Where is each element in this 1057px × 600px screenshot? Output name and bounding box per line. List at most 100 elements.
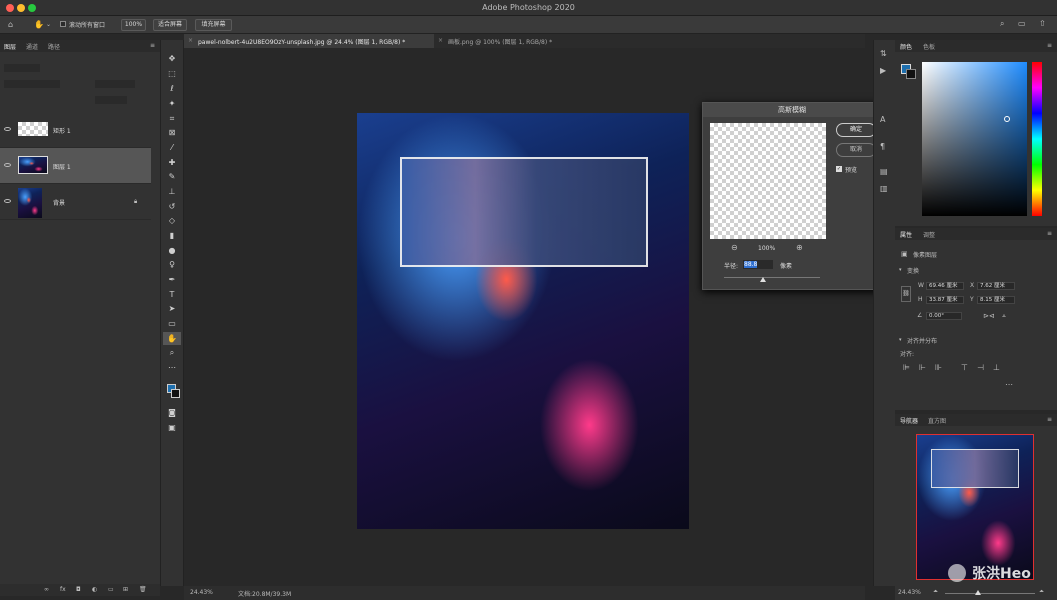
- crop-tool-icon[interactable]: ⌗: [163, 112, 181, 125]
- cancel-button[interactable]: 取消: [836, 143, 876, 157]
- layer-row-selected[interactable]: 图层 1: [0, 148, 151, 184]
- fill-screen-button[interactable]: 填充屏幕: [195, 19, 232, 31]
- brush-tool-icon[interactable]: ✎: [163, 170, 181, 183]
- share-icon[interactable]: ⇧: [1039, 20, 1046, 28]
- marquee-tool-icon[interactable]: ⬚: [163, 67, 181, 80]
- magic-wand-tool-icon[interactable]: ✦: [163, 97, 181, 110]
- adjustment-layer-icon[interactable]: ◐: [92, 586, 97, 594]
- eye-icon[interactable]: [4, 199, 11, 203]
- navigator-zoom-thumb[interactable]: [975, 590, 981, 595]
- color-field[interactable]: [922, 62, 1027, 216]
- height-field[interactable]: 33.87 厘米: [926, 296, 964, 304]
- align-h-center-icon[interactable]: ⊩: [919, 364, 926, 372]
- zoom-100-button[interactable]: 100%: [121, 19, 146, 31]
- color-picker-handle[interactable]: [1004, 116, 1010, 122]
- history-brush-tool-icon[interactable]: ↺: [163, 200, 181, 213]
- rectangle-tool-icon[interactable]: ▭: [163, 317, 181, 330]
- close-icon[interactable]: ×: [438, 37, 443, 44]
- align-left-icon[interactable]: ⊫: [903, 364, 910, 372]
- screen-mode-icon[interactable]: ▣: [163, 421, 181, 434]
- doc-tab-active[interactable]: × pawel-nolbert-4u2U8EO9OzY-unsplash.jpg…: [184, 34, 434, 48]
- align-bottom-icon[interactable]: ⊥: [993, 364, 1000, 372]
- background-color-swatch[interactable]: [171, 389, 180, 398]
- more-tools-icon[interactable]: ⋯: [163, 361, 181, 374]
- tab-swatches[interactable]: 色板: [923, 42, 935, 51]
- tab-navigator[interactable]: 导航器: [900, 416, 918, 425]
- chevron-down-icon[interactable]: ▾: [899, 337, 902, 343]
- more-options-icon[interactable]: ⋯: [1005, 381, 1013, 389]
- play-icon[interactable]: ▶: [880, 67, 886, 75]
- arrange-icon[interactable]: ⇅: [880, 50, 887, 58]
- quick-mask-icon[interactable]: ◙: [163, 406, 181, 419]
- x-field[interactable]: 7.62 厘米: [977, 282, 1015, 290]
- libraries-icon[interactable]: ▥: [880, 185, 888, 193]
- eraser-tool-icon[interactable]: ◇: [163, 214, 181, 227]
- tab-paths[interactable]: 路径: [48, 42, 60, 51]
- tab-properties[interactable]: 属性: [900, 230, 912, 239]
- zoom-in-icon[interactable]: ⊕: [796, 244, 803, 252]
- navigator-zoom-slider[interactable]: [945, 593, 1035, 594]
- link-layers-icon[interactable]: ∞: [44, 586, 49, 594]
- eye-icon[interactable]: [4, 163, 11, 167]
- search-icon[interactable]: ⌕: [1000, 20, 1004, 28]
- scroll-all-checkbox[interactable]: [60, 21, 66, 27]
- lasso-tool-icon[interactable]: ℓ: [163, 82, 181, 95]
- document-image[interactable]: [357, 113, 689, 529]
- new-group-icon[interactable]: ▭: [108, 586, 114, 594]
- eyedropper-tool-icon[interactable]: ⁄: [163, 141, 181, 154]
- width-field[interactable]: 69.46 厘米: [926, 282, 964, 290]
- fx-icon[interactable]: fx: [60, 586, 66, 594]
- y-field[interactable]: 8.15 厘米: [977, 296, 1015, 304]
- status-zoom[interactable]: 24.43%: [190, 589, 213, 596]
- pen-tool-icon[interactable]: ✒: [163, 273, 181, 286]
- stamp-tool-icon[interactable]: ⊥: [163, 185, 181, 198]
- blend-mode-select[interactable]: [4, 80, 60, 88]
- blur-tool-icon[interactable]: ●: [163, 244, 181, 257]
- angle-field[interactable]: 0.00°: [926, 312, 962, 320]
- fill-field[interactable]: [95, 96, 127, 104]
- dodge-tool-icon[interactable]: ♀: [163, 258, 181, 271]
- zoom-out-icon[interactable]: ⊖: [731, 244, 738, 252]
- status-doc-info[interactable]: 文档:20.8M/39.3M: [238, 589, 291, 598]
- flip-horizontal-icon[interactable]: ⊳⊲: [983, 312, 995, 320]
- tab-adjustments[interactable]: 调整: [923, 230, 935, 239]
- layer-filter-kind[interactable]: [4, 64, 40, 72]
- healing-brush-tool-icon[interactable]: ✚: [163, 156, 181, 169]
- move-tool-icon[interactable]: ✥: [163, 52, 181, 65]
- link-proportions-icon[interactable]: ⛓: [901, 286, 911, 302]
- navigator-zoom-value[interactable]: 24.43%: [898, 589, 921, 596]
- align-v-center-icon[interactable]: ⊣: [977, 364, 984, 372]
- tab-channels[interactable]: 通道: [26, 42, 38, 51]
- panel-menu-icon[interactable]: ≡: [150, 42, 155, 50]
- panel-menu-icon[interactable]: ≡: [1047, 230, 1052, 238]
- color-background-swatch[interactable]: [906, 69, 916, 79]
- navigator-thumbnail[interactable]: [916, 434, 1034, 580]
- zoom-out-icon[interactable]: ⏶: [933, 588, 938, 596]
- character-icon[interactable]: A: [880, 116, 885, 124]
- layer-row[interactable]: 矩形 1: [0, 112, 151, 148]
- chevron-down-icon[interactable]: ▾: [899, 267, 902, 273]
- radius-input[interactable]: 88.8: [743, 260, 773, 269]
- tab-histogram[interactable]: 直方图: [928, 416, 946, 425]
- layer-row[interactable]: 背景 🔒︎: [0, 184, 151, 220]
- doc-tab[interactable]: × 画板.png @ 100% (图层 1, RGB/8) *: [434, 34, 569, 48]
- fit-screen-button[interactable]: 适合屏幕: [153, 19, 187, 31]
- hue-slider[interactable]: [1032, 62, 1042, 216]
- paragraph-icon[interactable]: ¶: [880, 143, 885, 151]
- layer-comps-icon[interactable]: ▤: [880, 168, 888, 176]
- radius-slider-track[interactable]: [724, 277, 820, 278]
- close-icon[interactable]: ×: [188, 37, 193, 44]
- flip-vertical-icon[interactable]: ⩡: [1002, 312, 1006, 320]
- radius-slider-thumb[interactable]: [760, 277, 767, 282]
- gradient-tool-icon[interactable]: ▮: [163, 229, 181, 242]
- panel-menu-icon[interactable]: ≡: [1047, 416, 1052, 424]
- trash-icon[interactable]: 🗑︎: [139, 586, 147, 594]
- zoom-tool-icon[interactable]: ⌕: [163, 346, 181, 359]
- zoom-in-icon[interactable]: ⏶: [1039, 588, 1044, 596]
- path-selection-tool-icon[interactable]: ➤: [163, 302, 181, 315]
- tab-layers[interactable]: 图层: [4, 42, 16, 51]
- tab-color[interactable]: 颜色: [900, 42, 912, 51]
- hand-tool-icon[interactable]: ✋: [163, 332, 181, 345]
- home-icon[interactable]: ⌂: [8, 21, 13, 29]
- new-layer-icon[interactable]: ⊞: [123, 586, 128, 594]
